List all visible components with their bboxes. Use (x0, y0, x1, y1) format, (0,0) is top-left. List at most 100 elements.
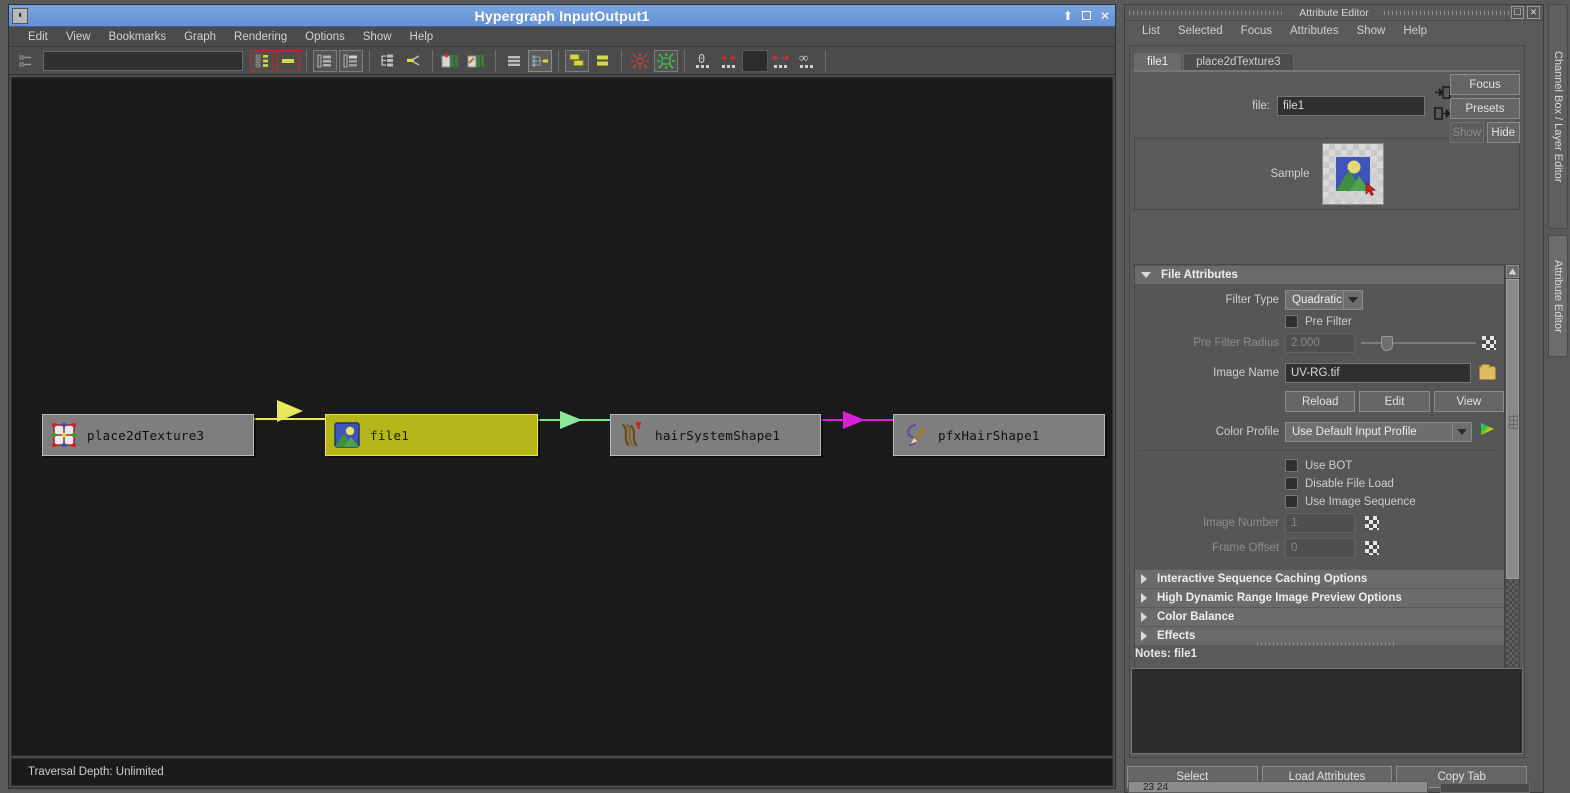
menu-selected[interactable]: Selected (1169, 23, 1232, 39)
view-button[interactable]: View (1433, 391, 1504, 412)
attributes-vertical-scrollbar[interactable] (1504, 265, 1519, 694)
image-number-keyframe-icon[interactable] (1365, 516, 1379, 530)
tab-place2dtexture3[interactable]: place2dTexture3 (1183, 53, 1294, 70)
collapse-tree-icon[interactable] (402, 50, 426, 72)
section-header-color-balance[interactable]: Color Balance (1135, 608, 1504, 626)
connection-arrow-hairsystem-to-pfxhair (843, 411, 865, 429)
menu-options[interactable]: Options (296, 29, 354, 45)
decrease-depth-icon[interactable] (717, 50, 741, 72)
hide-button[interactable]: Hide (1486, 122, 1520, 143)
minimize-button[interactable]: ⬆ (1063, 10, 1073, 22)
graph-node-pfxhairshape1[interactable]: pfxHairShape1 (893, 414, 1105, 456)
menu-help[interactable]: Help (401, 29, 443, 45)
chevron-down-icon[interactable] (1452, 421, 1472, 442)
hypergraph-menubar: Edit View Bookmarks Graph Rendering Opti… (9, 27, 1115, 47)
vtab-channel-box-layer-editor[interactable]: Channel Box / Layer Editor (1548, 4, 1568, 229)
texture-thumbnail[interactable] (1321, 143, 1384, 205)
pre-filter-radius-slider[interactable] (1361, 335, 1476, 351)
unlimited-depth-icon[interactable]: ∞ (795, 50, 819, 72)
connection-arrow-place2d-to-file1 (277, 400, 303, 422)
section-header-file-attributes[interactable]: File Attributes (1135, 266, 1504, 284)
graph-node-hairsystemshape1[interactable]: hairSystemShape1 (610, 414, 821, 456)
close-button[interactable]: ✕ (1527, 6, 1540, 19)
menu-help[interactable]: Help (1394, 23, 1436, 39)
reload-button[interactable]: Reload (1285, 391, 1356, 412)
image-buttons-row: Reload Edit View (1135, 391, 1504, 412)
expand-tree-icon[interactable] (376, 50, 400, 72)
pre-filter-radius-keyframe-icon[interactable] (1482, 336, 1496, 350)
menu-view[interactable]: View (57, 29, 100, 45)
increase-depth-icon[interactable] (769, 50, 793, 72)
attribute-editor-title: Attribute Editor (1293, 6, 1375, 19)
attribute-editor-titlebar[interactable]: Attribute Editor ☐ ✕ (1125, 5, 1543, 21)
add-bookmark-icon[interactable] (439, 50, 463, 72)
up-down-stream-icon[interactable] (276, 49, 300, 72)
hierarchy-left-icon[interactable] (313, 49, 337, 72)
reset-zoom-icon[interactable]: 0 (691, 50, 715, 72)
hypergraph-canvas[interactable]: place2dTexture3 file1 hairSystemShape1 p… (11, 77, 1113, 756)
menu-edit[interactable]: Edit (19, 29, 57, 45)
hypergraph-titlebar[interactable]: ◖ Hypergraph InputOutput1 ⬆ ✕ (9, 5, 1115, 27)
color-swatch[interactable] (742, 49, 768, 72)
pfx-hair-icon (902, 422, 928, 448)
slider-handle[interactable] (1380, 335, 1393, 351)
notes-section: Notes: file1 (1129, 640, 1525, 756)
menu-show[interactable]: Show (354, 29, 401, 45)
menu-attributes[interactable]: Attributes (1281, 23, 1348, 39)
edit-button[interactable]: Edit (1359, 391, 1430, 412)
scroll-up-arrow[interactable] (1505, 265, 1519, 278)
section-header-hdr-image-preview[interactable]: High Dynamic Range Image Preview Options (1135, 589, 1504, 607)
hierarchy-right-icon[interactable] (339, 49, 363, 72)
notes-textarea[interactable] (1131, 668, 1523, 754)
menu-rendering[interactable]: Rendering (225, 29, 296, 45)
zoom-out-icon[interactable] (654, 49, 678, 72)
node-name-input[interactable]: file1 (1277, 95, 1425, 116)
image-name-input[interactable]: UV-RG.tif (1285, 363, 1471, 383)
search-input[interactable] (43, 50, 243, 71)
use-bot-checkbox[interactable] (1285, 459, 1298, 472)
section-body-file-attributes: Filter Type Quadratic Pre Filter Pre Fil… (1135, 284, 1504, 569)
frame-offset-label: Frame Offset (1212, 542, 1279, 554)
edit-bookmark-icon[interactable] (465, 50, 489, 72)
pre-filter-checkbox[interactable] (1285, 315, 1298, 328)
frame-selected-icon[interactable] (591, 50, 615, 72)
tab-file1[interactable]: file1 (1134, 53, 1182, 70)
focus-button[interactable]: Focus (1450, 74, 1520, 95)
filter-nodes-icon[interactable] (14, 50, 38, 72)
node-label: pfxHairShape1 (938, 427, 1040, 443)
maximize-button[interactable] (1081, 11, 1091, 20)
menu-bookmarks[interactable]: Bookmarks (100, 29, 176, 45)
menu-graph[interactable]: Graph (175, 29, 225, 45)
input-output-connections-icon[interactable] (250, 49, 274, 72)
menu-show[interactable]: Show (1348, 23, 1395, 39)
color-profile-label: Color Profile (1215, 425, 1279, 438)
node-connections-icon[interactable] (528, 49, 552, 72)
filter-type-combo[interactable]: Quadratic (1285, 290, 1363, 310)
graph-node-file1[interactable]: file1 (325, 414, 538, 456)
list-view-icon[interactable] (502, 50, 526, 72)
menu-list[interactable]: List (1133, 23, 1169, 39)
close-button[interactable]: ✕ (1100, 10, 1110, 22)
frame-all-icon[interactable] (565, 49, 589, 72)
menu-focus[interactable]: Focus (1232, 23, 1281, 39)
vtab-attribute-editor[interactable]: Attribute Editor (1548, 235, 1568, 357)
undock-button[interactable]: ☐ (1511, 6, 1524, 19)
image-number-label: Image Number (1202, 517, 1279, 529)
notes-resize-grip[interactable] (1129, 640, 1525, 647)
go-to-output-icon[interactable] (1434, 107, 1451, 125)
image-number-input: 1 (1285, 513, 1355, 533)
graph-node-place2dtexture3[interactable]: place2dTexture3 (42, 414, 254, 456)
folder-icon[interactable] (1479, 364, 1496, 380)
zoom-in-icon[interactable] (628, 50, 652, 72)
chevron-down-icon[interactable] (1343, 290, 1363, 310)
presets-button[interactable]: Presets (1450, 98, 1520, 119)
disable-file-load-row: Disable File Load (1135, 477, 1504, 490)
go-to-input-icon[interactable] (1434, 86, 1451, 104)
frame-offset-keyframe-icon[interactable] (1365, 541, 1379, 555)
disable-file-load-checkbox[interactable] (1285, 477, 1298, 490)
section-header-interactive-sequence-caching[interactable]: Interactive Sequence Caching Options (1135, 570, 1504, 588)
color-profile-combo[interactable]: Use Default Input Profile (1285, 421, 1472, 442)
color-wheel-icon[interactable] (1479, 421, 1496, 442)
use-image-sequence-checkbox[interactable] (1285, 495, 1298, 508)
scrollbar-thumb[interactable] (1505, 279, 1519, 579)
